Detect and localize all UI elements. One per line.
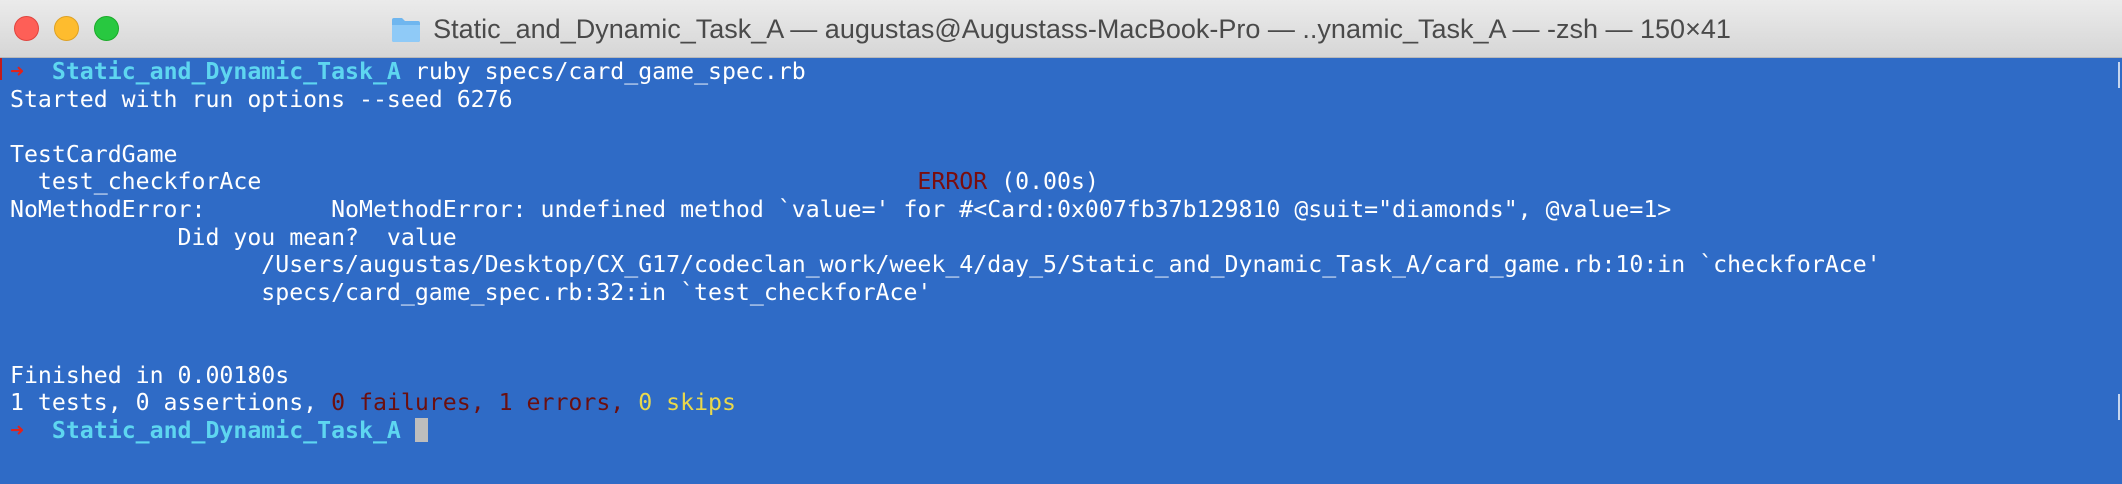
- prompt-cwd: Static_and_Dynamic_Task_A: [51, 58, 401, 85]
- prompt-arrow-icon: ➜: [10, 58, 24, 85]
- output-line: NoMethodError: NoMethodError: undefined …: [10, 195, 1672, 223]
- folder-icon: [392, 18, 421, 42]
- summary-failures: 0 failures,: [331, 389, 485, 417]
- mark-bracket: [0, 58, 5, 80]
- output-line: Finished in 0.00180s: [10, 361, 290, 389]
- summary-sep: [485, 389, 499, 416]
- title-bar[interactable]: Static_and_Dynamic_Task_A — augustas@Aug…: [0, 0, 2122, 58]
- error-label: ERROR: [917, 168, 988, 196]
- error-time: (0.00s): [987, 168, 1099, 196]
- scroll-marker: [2118, 394, 2120, 420]
- prompt-arrow-icon: ➜: [10, 416, 24, 444]
- output-line: Did you mean? value: [10, 223, 457, 251]
- summary-line: 1 tests, 0 assertions, 0 failures, 1 err…: [10, 389, 2122, 417]
- command-text: ruby specs/card_game_spec.rb: [400, 58, 806, 85]
- prompt-cwd: Static_and_Dynamic_Task_A: [51, 416, 401, 444]
- output-line: Started with run options --seed 6276: [10, 85, 513, 113]
- output-line: TestCardGame: [10, 140, 178, 168]
- summary-sep: [624, 389, 638, 416]
- terminal-output[interactable]: ➜ Static_and_Dynamic_Task_A ruby specs/c…: [0, 58, 2122, 484]
- output-line: /Users/augustas/Desktop/CX_G17/codeclan_…: [10, 251, 1881, 279]
- summary-prefix: 1 tests, 0 assertions,: [10, 389, 332, 417]
- summary-errors: 1 errors,: [498, 389, 625, 417]
- title-container: Static_and_Dynamic_Task_A — augustas@Aug…: [0, 0, 2122, 58]
- scroll-marker: [2118, 62, 2120, 88]
- test-result-line: test_checkforAce ERROR (0.00s): [10, 168, 2122, 196]
- terminal-window: Static_and_Dynamic_Task_A — augustas@Aug…: [0, 0, 2122, 484]
- output-line: specs/card_game_spec.rb:32:in `test_chec…: [10, 278, 932, 306]
- summary-skips: 0 skips: [638, 389, 736, 417]
- test-name: test_checkforAce: [10, 168, 918, 196]
- prompt-line[interactable]: ➜ Static_and_Dynamic_Task_A: [10, 417, 2122, 445]
- window-title: Static_and_Dynamic_Task_A — augustas@Aug…: [433, 13, 1731, 44]
- prompt-line: ➜ Static_and_Dynamic_Task_A ruby specs/c…: [10, 58, 2122, 86]
- text-cursor: [414, 417, 428, 442]
